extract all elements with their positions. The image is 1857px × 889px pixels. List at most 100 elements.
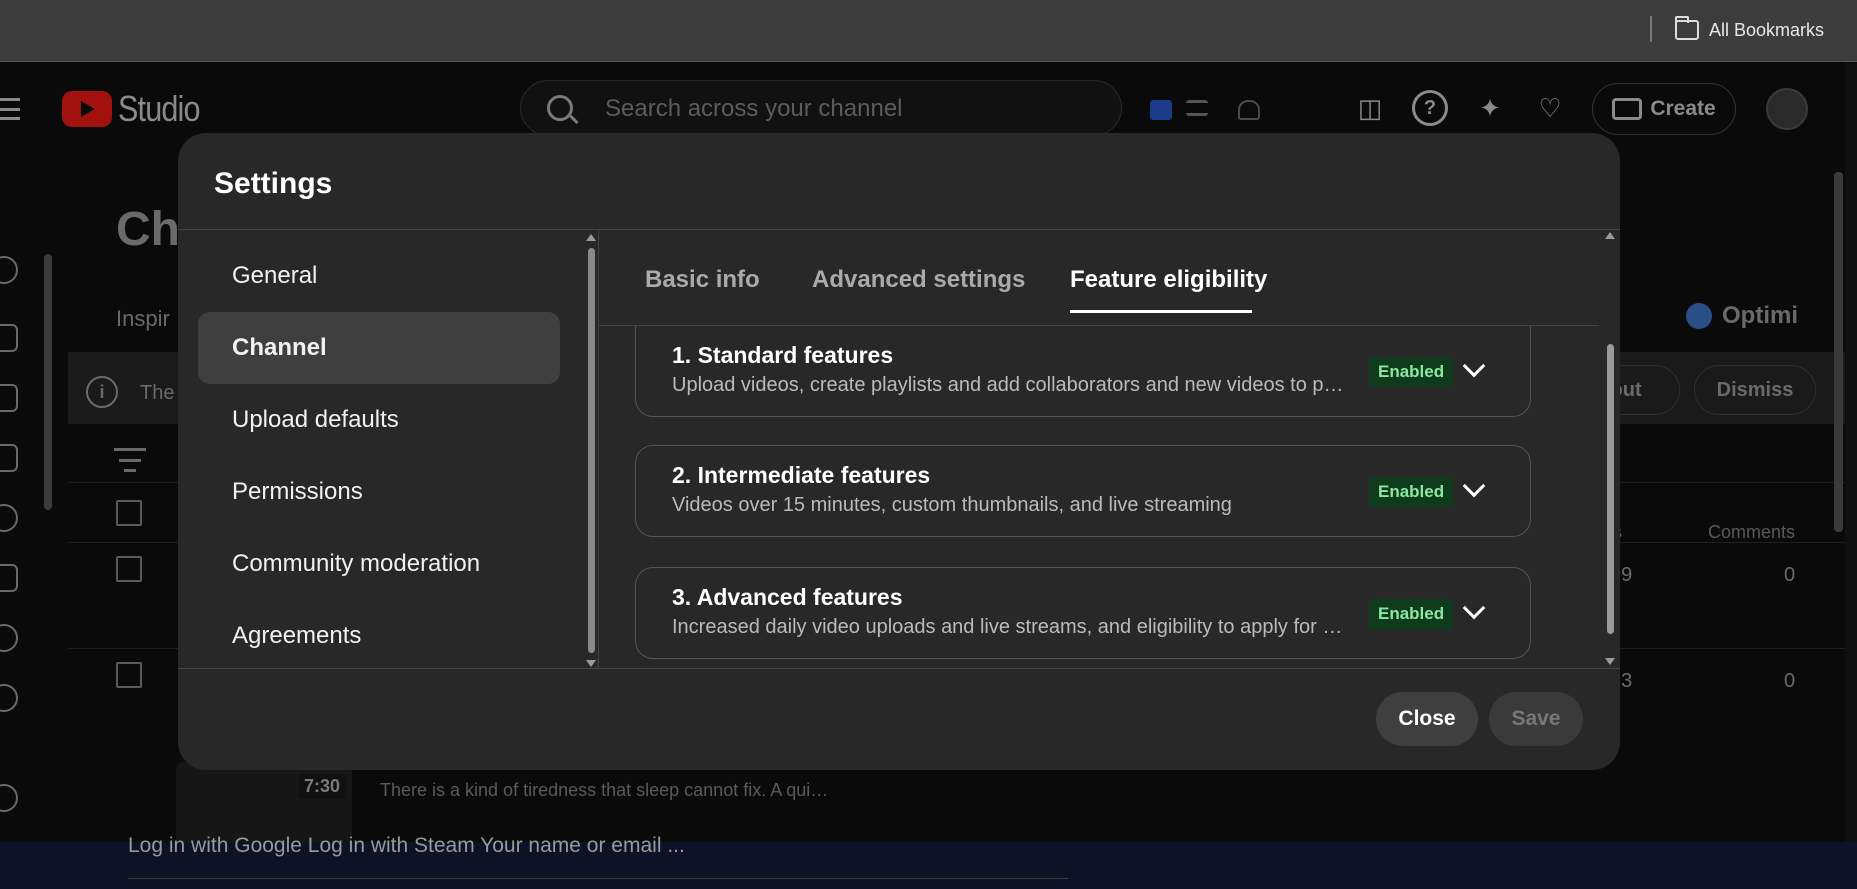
- status-badge: Enabled: [1369, 357, 1454, 387]
- comment-login-prompt[interactable]: Log in with Google Log in with Steam You…: [128, 834, 685, 858]
- feature-title: 2. Intermediate features: [672, 462, 931, 488]
- column-comments: Comments: [1708, 522, 1796, 542]
- nav-item-general[interactable]: General: [198, 240, 560, 312]
- folder-icon: [1675, 16, 1699, 40]
- search-icon: [547, 95, 573, 121]
- close-button[interactable]: Close: [1376, 692, 1478, 746]
- settings-nav: General Channel Upload defaults Permissi…: [178, 230, 598, 668]
- create-label: Create: [1650, 97, 1716, 120]
- video-duration: 7:30: [298, 774, 347, 799]
- info-icon: i: [86, 376, 118, 408]
- feature-title: 3. Advanced features: [672, 584, 903, 610]
- select-all-checkbox[interactable]: [116, 500, 142, 526]
- status-badge: Enabled: [1369, 477, 1454, 507]
- feature-description: Upload videos, create playlists and add …: [672, 374, 1344, 396]
- search-input[interactable]: Search across your channel: [520, 80, 1122, 136]
- feature-title: 1. Standard features: [672, 342, 894, 368]
- create-camera-icon: [1612, 98, 1643, 120]
- account-avatar[interactable]: [1766, 88, 1808, 130]
- create-button[interactable]: Create: [1592, 83, 1736, 135]
- nav-item-agreements[interactable]: Agreements: [198, 600, 560, 672]
- channel-avatar-icon[interactable]: [0, 256, 18, 284]
- chevron-down-icon[interactable]: [1462, 474, 1486, 498]
- studio-logo[interactable]: Studio: [62, 88, 214, 130]
- sparkle-icon[interactable]: ✦: [1472, 90, 1508, 126]
- search-placeholder: Search across your channel: [605, 95, 903, 122]
- tab-feature-eligibility[interactable]: Feature eligibility: [1070, 266, 1267, 294]
- all-bookmarks-button[interactable]: All Bookmarks: [1675, 16, 1824, 44]
- scroll-up-arrow-icon[interactable]: [586, 234, 596, 241]
- row-comments: 0: [1784, 670, 1796, 692]
- toolbar-separator: [1650, 16, 1652, 42]
- dismiss-label: Dismiss: [1716, 378, 1794, 401]
- nav-item-label: General: [232, 262, 318, 289]
- nav-item-channel[interactable]: Channel: [198, 312, 560, 384]
- dismiss-button[interactable]: Dismiss: [1694, 365, 1816, 415]
- nav-item-upload-defaults[interactable]: Upload defaults: [198, 384, 560, 456]
- extension-list-icon[interactable]: [1186, 100, 1208, 116]
- nav-item-label: Upload defaults: [232, 406, 399, 433]
- content-icon[interactable]: [0, 384, 18, 412]
- optimize-button[interactable]: Optimi: [1686, 302, 1798, 330]
- nav-scrollbar[interactable]: [586, 234, 596, 667]
- scroll-down-arrow-icon[interactable]: [586, 660, 596, 667]
- hamburger-icon[interactable]: [0, 98, 20, 120]
- tab-advanced-settings[interactable]: Advanced settings: [812, 266, 1025, 294]
- tab-basic-info[interactable]: Basic info: [645, 266, 760, 294]
- community-icon[interactable]: [0, 504, 18, 532]
- dialog-title: Settings: [214, 167, 333, 200]
- content-scrollbar[interactable]: [1604, 230, 1616, 668]
- divider: [178, 668, 1620, 669]
- scroll-up-arrow-icon[interactable]: [1605, 232, 1615, 239]
- tab-inspiration[interactable]: Inspir: [116, 306, 170, 332]
- nav-scroll-thumb[interactable]: [588, 248, 595, 653]
- dashboard-icon[interactable]: [0, 324, 18, 352]
- settings-dialog: Settings General Channel Upload defaults…: [178, 133, 1620, 770]
- optimize-label: Optimi: [1722, 302, 1798, 329]
- chevron-down-icon[interactable]: [1462, 354, 1486, 378]
- bell-icon[interactable]: ♡: [1532, 90, 1568, 126]
- feature-card-standard[interactable]: 1. Standard features Upload videos, crea…: [635, 326, 1531, 417]
- feedback-icon[interactable]: ◫: [1352, 90, 1388, 126]
- subtitles-icon[interactable]: [0, 564, 18, 592]
- chevron-down-icon[interactable]: [1462, 596, 1486, 620]
- content-scroll-thumb[interactable]: [1607, 344, 1614, 634]
- row-checkbox[interactable]: [116, 556, 142, 582]
- nav-item-label: Channel: [232, 334, 327, 361]
- feature-card-intermediate[interactable]: 2. Intermediate features Videos over 15 …: [635, 445, 1531, 537]
- optimize-icon: [1686, 303, 1712, 329]
- feature-description: Increased daily video uploads and live s…: [672, 616, 1343, 638]
- studio-logo-text: Studio: [118, 88, 201, 129]
- all-bookmarks-label: All Bookmarks: [1709, 19, 1825, 40]
- rail-scrollbar[interactable]: [44, 254, 52, 510]
- settings-tabs: Basic info Advanced settings Feature eli…: [599, 230, 1619, 326]
- analytics-icon[interactable]: [0, 444, 18, 472]
- youtube-logo-icon: [62, 91, 112, 127]
- feature-list: 1. Standard features Upload videos, crea…: [599, 326, 1599, 668]
- banner-text: The: [140, 382, 175, 404]
- row-checkbox[interactable]: [116, 662, 142, 688]
- earn-icon[interactable]: [0, 684, 18, 712]
- extension-iq-icon[interactable]: [1150, 100, 1172, 120]
- active-tab-indicator: [1070, 310, 1252, 313]
- status-badge: Enabled: [1369, 599, 1454, 629]
- copyright-icon[interactable]: [0, 624, 18, 652]
- comment-underline: [128, 878, 1068, 879]
- nav-item-community-moderation[interactable]: Community moderation: [198, 528, 560, 600]
- browser-toolbar: All Bookmarks: [0, 0, 1857, 62]
- nav-item-label: Agreements: [232, 622, 362, 649]
- row-comments: 0: [1784, 564, 1796, 586]
- scroll-down-arrow-icon[interactable]: [1605, 658, 1615, 665]
- filter-icon[interactable]: [114, 448, 146, 472]
- feature-card-advanced[interactable]: 3. Advanced features Increased daily vid…: [635, 567, 1531, 659]
- help-icon[interactable]: ?: [1412, 90, 1448, 126]
- extension-bell-icon[interactable]: [1238, 100, 1260, 120]
- page-scrollbar[interactable]: [1834, 172, 1843, 532]
- nav-item-label: Permissions: [232, 478, 363, 505]
- save-button[interactable]: Save: [1489, 692, 1583, 746]
- settings-gear-icon[interactable]: [0, 784, 18, 812]
- video-description: There is a kind of tiredness that sleep …: [380, 780, 829, 800]
- nav-item-permissions[interactable]: Permissions: [198, 456, 560, 528]
- feature-description: Videos over 15 minutes, custom thumbnail…: [672, 494, 1232, 516]
- nav-item-label: Community moderation: [232, 550, 481, 577]
